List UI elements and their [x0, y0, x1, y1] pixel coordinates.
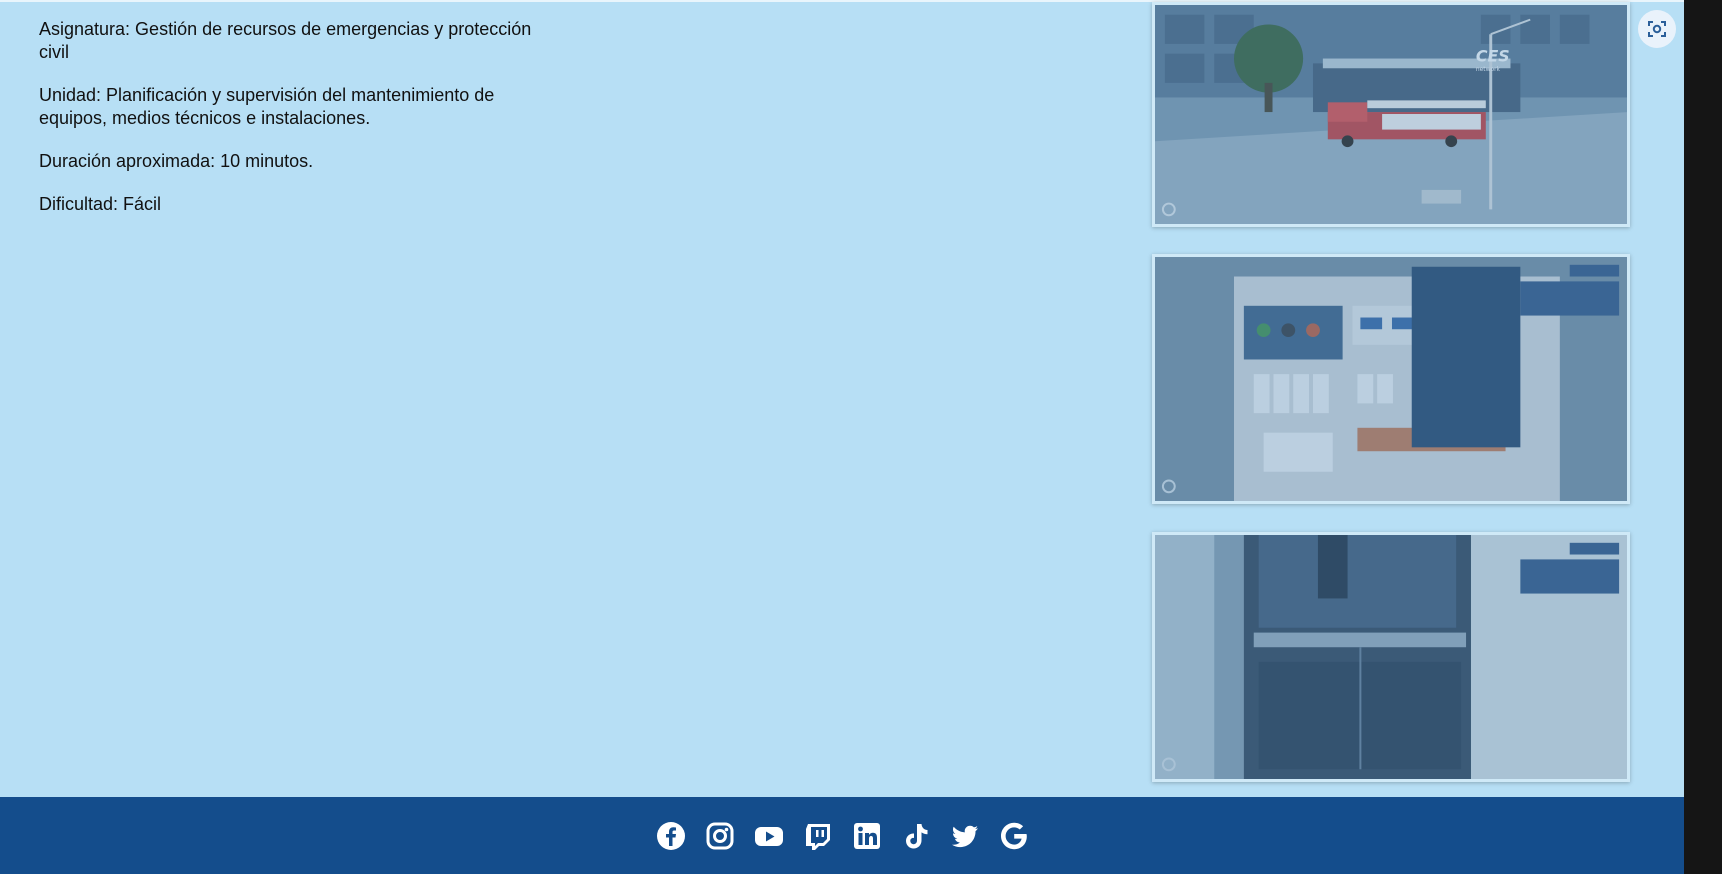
twitch-link[interactable]: [802, 820, 834, 852]
instagram-icon: [706, 822, 733, 849]
youtube-icon: [754, 826, 783, 846]
footer: [0, 797, 1684, 874]
twitter-icon: [951, 825, 978, 847]
facebook-link[interactable]: [655, 820, 687, 852]
twitch-icon: [805, 823, 830, 850]
difficulty-text: Dificultad: Fácil: [39, 194, 162, 214]
facebook-icon: [656, 821, 685, 850]
unit-text: Unidad: Planificación y supervisión del …: [39, 85, 495, 128]
google-link[interactable]: [998, 820, 1030, 852]
instagram-link[interactable]: [704, 820, 736, 852]
elevator-scene: [1155, 535, 1627, 779]
screenshot-elevator[interactable]: [1152, 532, 1630, 782]
linkedin-icon: [853, 822, 880, 849]
youtube-link[interactable]: [753, 820, 785, 852]
fire-truck-scene: CES network: [1155, 5, 1627, 224]
tiktok-link[interactable]: [900, 820, 932, 852]
scan-icon: [1648, 21, 1666, 37]
google-icon: [1000, 822, 1027, 849]
subject-text: Asignatura: Gestión de recursos de emerg…: [39, 19, 532, 62]
twitter-link[interactable]: [949, 820, 981, 852]
activity-info: Asignatura: Gestión de recursos de emerg…: [39, 18, 559, 236]
tiktok-icon: [905, 823, 927, 848]
screenshot-electrical-panel[interactable]: [1152, 254, 1630, 504]
linkedin-link[interactable]: [851, 820, 883, 852]
duration-text: Duración aproximada: 10 minutos.: [39, 151, 314, 171]
visual-search-button[interactable]: [1638, 10, 1676, 48]
page-content: Asignatura: Gestión de recursos de emerg…: [0, 0, 1684, 874]
electrical-panel-scene: [1155, 257, 1627, 501]
screenshot-fire-truck[interactable]: CES network: [1152, 2, 1630, 227]
